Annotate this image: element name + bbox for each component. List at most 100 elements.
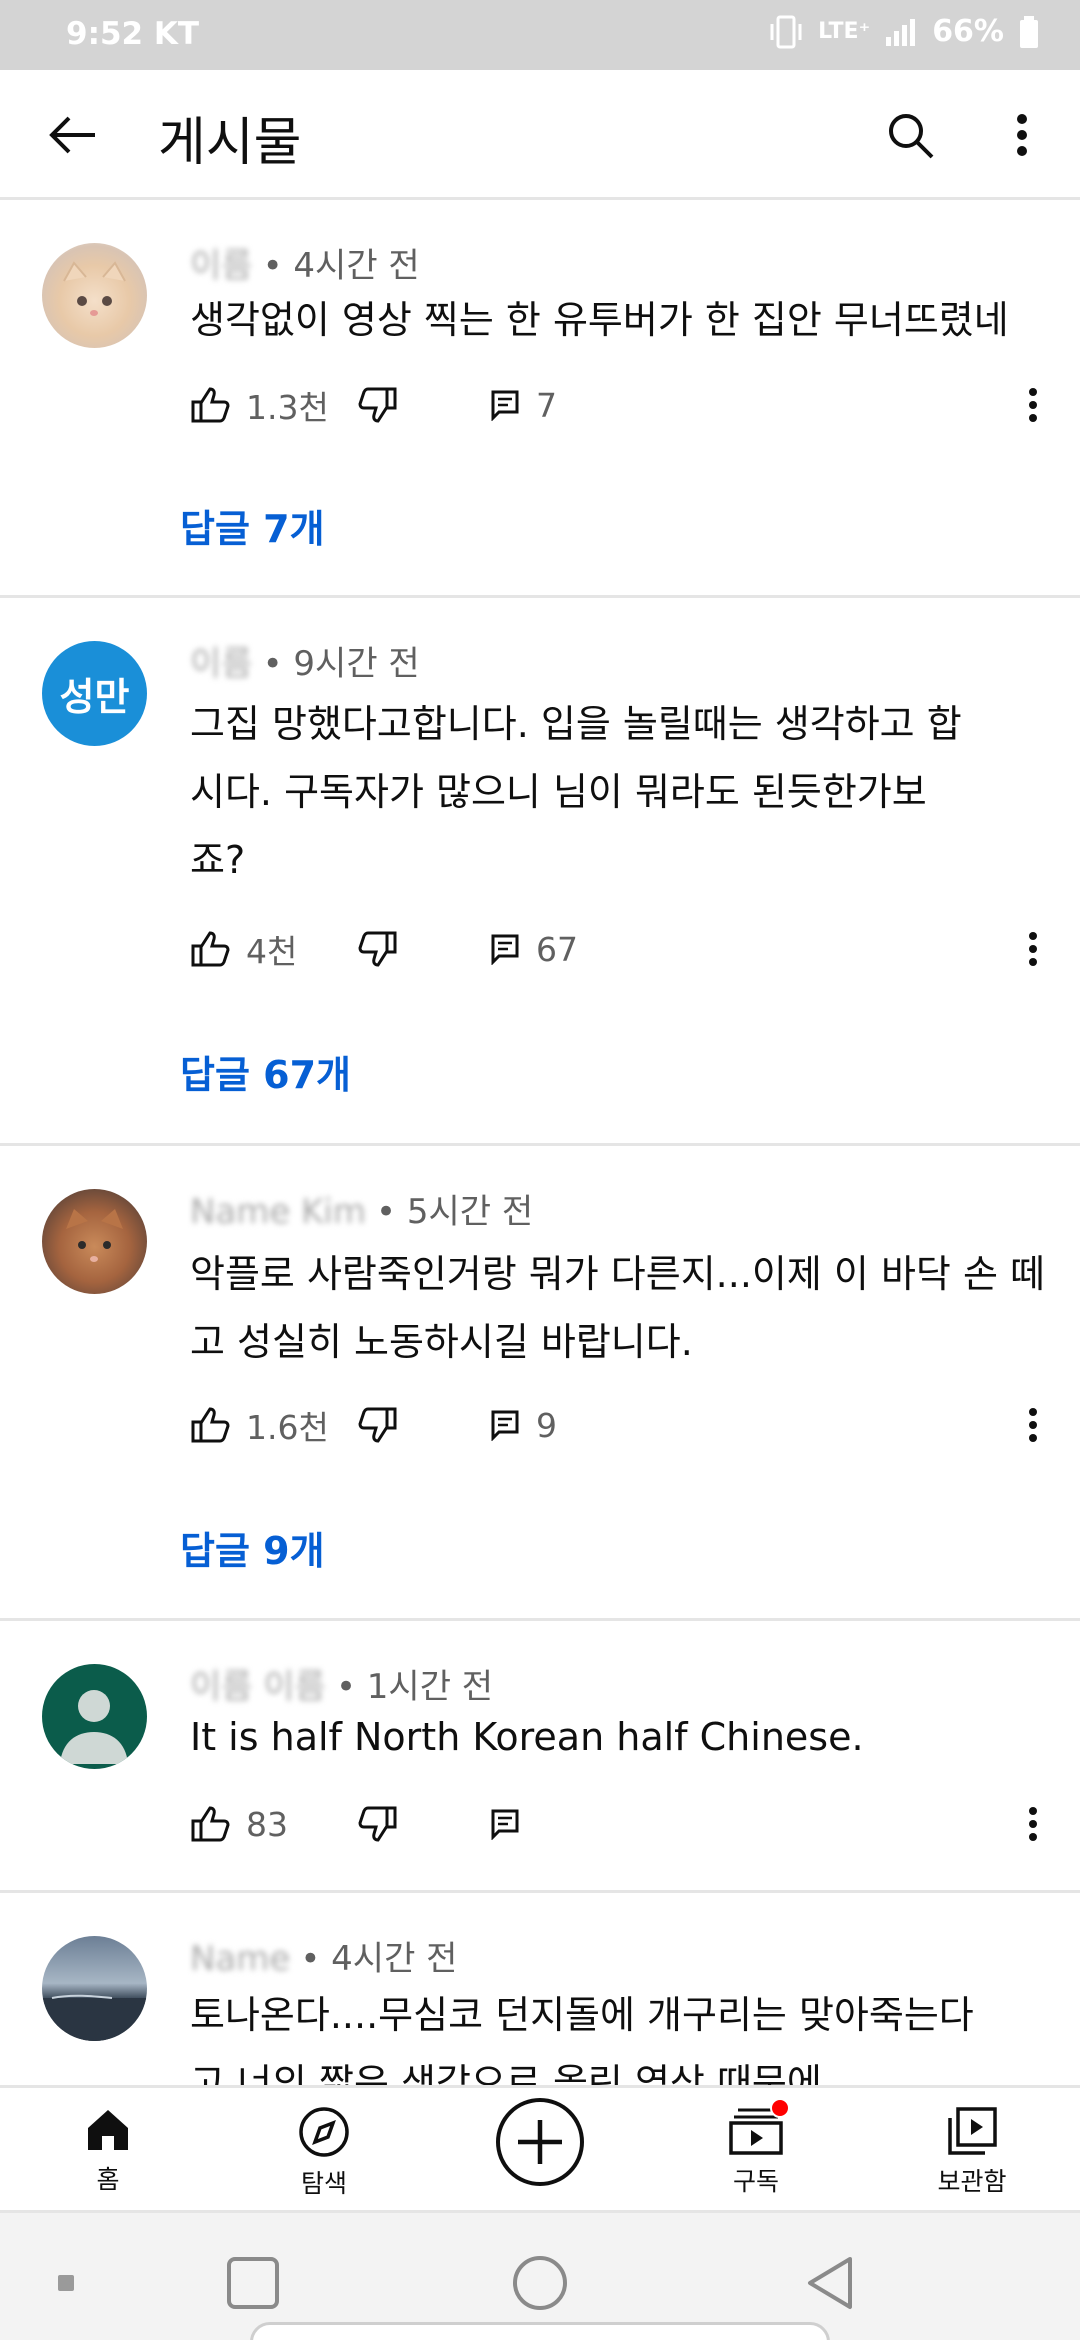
like-button[interactable]: 1.6천 — [190, 1395, 329, 1455]
compass-icon — [299, 2107, 349, 2157]
landscape-avatar-image — [42, 1994, 147, 2041]
recents-button[interactable] — [223, 2253, 283, 2313]
like-count: 1.6천 — [246, 1408, 329, 1447]
like-button[interactable]: 83 — [190, 1794, 288, 1854]
avatar[interactable] — [42, 243, 147, 348]
more-vert-icon — [1029, 1408, 1037, 1442]
comment-menu-button[interactable] — [1028, 1395, 1038, 1455]
comment-time: • 4시간 전 — [300, 1939, 458, 1979]
comment-text: 그집 망했다고합니다. 입을 놀릴때는 생각하고 합시다. 구독자가 많으니 님… — [190, 702, 962, 882]
comment-author[interactable]: 이름 — [190, 246, 253, 286]
add-icon — [496, 2098, 584, 2186]
thumb-up-icon — [191, 1806, 230, 1842]
comment-text: 토나온다....무심코 던지돌에 개구리는 맞아죽는다고 너의 짧은 생각으로 … — [190, 1993, 974, 2085]
search-button[interactable] — [878, 103, 942, 167]
avatar[interactable]: 성만 — [42, 641, 147, 746]
more-vert-icon — [1017, 114, 1027, 156]
page-title: 게시물 — [158, 113, 302, 173]
more-vert-icon — [1029, 1807, 1037, 1841]
comment-actions: 1.6천 9 — [190, 1395, 1070, 1455]
comment-item: 성만 이름 • 9시간 전 그집 망했다고합니다. 입을 놀릴때는 생각하고 합시… — [0, 598, 1080, 1146]
comment-text: It is half North Korean half Chinese. — [190, 1715, 864, 1759]
reply-button[interactable]: 7 — [490, 375, 557, 435]
more-vert-icon — [1029, 932, 1037, 966]
avatar[interactable] — [42, 1664, 147, 1769]
thumb-down-icon — [358, 1407, 397, 1443]
home-icon — [88, 2110, 128, 2150]
reply-button[interactable] — [490, 1794, 520, 1854]
comment-menu-button[interactable] — [1028, 375, 1038, 435]
comment-item: 이름 • 4시간 전 생각없이 영상 찍는 한 유투버가 한 집안 무너뜨렸네 1… — [0, 200, 1080, 598]
library-icon — [948, 2107, 997, 2155]
back-button[interactable] — [40, 103, 104, 167]
dot-icon — [58, 2275, 74, 2291]
nav-label: 보관함 — [937, 2167, 1007, 2196]
comment-menu-button[interactable] — [1028, 919, 1038, 979]
reply-button[interactable]: 9 — [490, 1395, 557, 1455]
home-system-button[interactable] — [510, 2253, 570, 2313]
system-navigation-bar — [0, 2213, 1080, 2340]
comment-menu-button[interactable] — [1028, 1794, 1038, 1854]
comment-icon — [491, 1809, 519, 1840]
dislike-button[interactable] — [358, 375, 398, 435]
battery-icon — [1020, 15, 1038, 48]
notification-dot — [770, 2098, 790, 2118]
comment-author[interactable]: Name — [190, 1939, 290, 1979]
comment-actions: 83 — [190, 1794, 1070, 1854]
screenshot-dot — [36, 2253, 96, 2313]
nav-create[interactable] — [480, 2096, 600, 2188]
comment-text: 악플로 사람죽인거랑 뭐가 다른지...이제 이 바닥 손 떼고 성실히 노동하… — [190, 1252, 1045, 1364]
view-replies-link[interactable]: 답글 7개 — [180, 498, 325, 553]
comment-time: • 1시간 전 — [335, 1667, 494, 1707]
back-system-button[interactable] — [800, 2253, 860, 2313]
comment-time: • 9시간 전 — [262, 644, 420, 684]
thumb-up-icon — [191, 1407, 230, 1443]
nav-subscriptions[interactable]: 구독 — [696, 2098, 816, 2198]
reply-count: 9 — [536, 1405, 557, 1445]
view-replies-link[interactable]: 답글 9개 — [180, 1520, 325, 1575]
comment-icon — [491, 390, 519, 421]
comment-item: Name Kim • 5시간 전 악플로 사람죽인거랑 뭐가 다른지...이제 이… — [0, 1146, 1080, 1621]
dislike-button[interactable] — [358, 919, 398, 979]
avatar[interactable] — [42, 1189, 147, 1294]
comment-actions: 4천 67 — [190, 919, 1070, 979]
like-button[interactable]: 4천 — [190, 919, 297, 979]
thumb-down-icon — [358, 1806, 397, 1842]
reply-count: 67 — [536, 929, 578, 969]
like-count: 1.3천 — [246, 388, 329, 427]
more-vert-icon — [1029, 388, 1037, 422]
more-options-button[interactable] — [990, 103, 1054, 167]
comment-icon — [491, 934, 519, 965]
comment-time: • 5시간 전 — [375, 1192, 534, 1232]
thumb-up-icon — [191, 931, 230, 967]
view-replies-link[interactable]: 답글 67개 — [180, 1044, 351, 1099]
default-user-icon — [60, 1690, 128, 1764]
nav-label: 탐색 — [300, 2169, 347, 2198]
gesture-pill — [250, 2322, 830, 2340]
reply-count: 7 — [536, 385, 557, 425]
like-button[interactable]: 1.3천 — [190, 375, 329, 435]
like-count: 4천 — [246, 932, 298, 971]
dislike-button[interactable] — [358, 1794, 398, 1854]
reply-button[interactable]: 67 — [490, 919, 578, 979]
like-count: 83 — [246, 1804, 288, 1844]
signal-icon — [886, 18, 916, 46]
thumb-down-icon — [358, 387, 397, 423]
recents-icon — [227, 2257, 279, 2309]
comment-author[interactable]: Name Kim — [190, 1192, 366, 1232]
comment-author[interactable]: 이름 이름 — [190, 1667, 326, 1707]
bottom-navigation: 홈 탐색 구독 보관함 — [0, 2085, 1080, 2213]
comment-text: 생각없이 영상 찍는 한 유투버가 한 집안 무너뜨렸네 — [190, 298, 1009, 342]
circle-home-icon — [513, 2256, 567, 2310]
nav-home[interactable]: 홈 — [48, 2106, 168, 2196]
thumb-down-icon — [358, 931, 397, 967]
app-bar: 게시물 — [0, 70, 1080, 200]
comment-item: 이름 이름 • 1시간 전 It is half North Korean hal… — [0, 1621, 1080, 1893]
avatar[interactable] — [42, 1936, 147, 2041]
nav-library[interactable]: 보관함 — [912, 2106, 1032, 2198]
network-type: LTE⁺ — [818, 19, 871, 44]
comment-author[interactable]: 이름 — [190, 644, 253, 684]
nav-explore[interactable]: 탐색 — [264, 2106, 384, 2200]
arrow-back-icon — [49, 116, 95, 154]
dislike-button[interactable] — [358, 1395, 398, 1455]
